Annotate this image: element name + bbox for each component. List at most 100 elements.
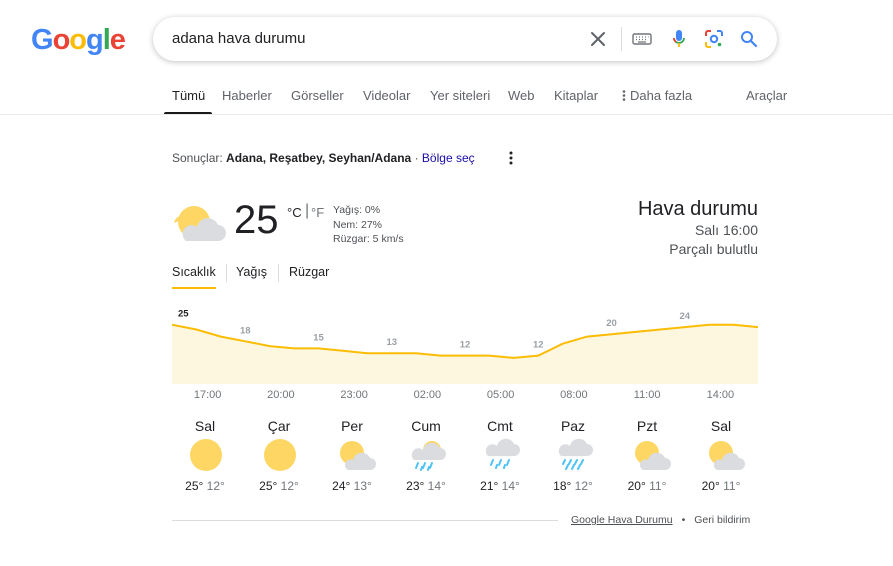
weather-time: Salı 16:00	[694, 222, 758, 238]
results-location: Adana, Reşatbey, Seyhan/Adana	[226, 151, 412, 165]
results-for-prefix: Sonuçlar:	[172, 151, 223, 165]
tab-wind[interactable]: Rüzgar	[289, 265, 329, 279]
day-high: 18°	[553, 479, 572, 493]
weather-stats: Yağış: 0% Nem: 27% Rüzgar: 5 km/s	[333, 203, 404, 247]
logo-letter: o	[69, 24, 87, 56]
time-tick-label: 05:00	[486, 389, 515, 401]
weather-condition: Parçalı bulutlu	[669, 241, 758, 257]
day-card[interactable]: Çar 25° 12°	[246, 413, 312, 498]
point-label: 25	[178, 309, 189, 320]
tab-places[interactable]: Yer siteleri	[430, 88, 490, 103]
tab-videos[interactable]: Videolar	[363, 88, 410, 103]
point-label: 20	[606, 318, 617, 329]
tab-all[interactable]: Tümü	[172, 88, 205, 103]
day-low: 12°	[206, 479, 225, 493]
feedback-link[interactable]: Geri bildirim	[694, 514, 750, 526]
partly-cloudy-icon	[631, 438, 671, 472]
day-high: 25°	[185, 479, 204, 493]
tab-web[interactable]: Web	[508, 88, 535, 103]
day-card[interactable]: Cmt 21° 14°	[467, 413, 533, 498]
unit-fahrenheit[interactable]: °F	[311, 205, 324, 220]
time-tick-label: 20:00	[267, 389, 295, 401]
day-name: Cum	[411, 418, 441, 434]
humidity-value: Nem: 27%	[333, 218, 383, 231]
day-card[interactable]: Pzt 20° 11°	[614, 413, 680, 498]
point-label: 12	[533, 340, 544, 351]
day-temps: 20° 11°	[688, 479, 754, 493]
day-temps: 21° 14°	[467, 479, 533, 493]
logo-letter: o	[52, 24, 71, 56]
temperature-chart[interactable]: 25 18 15 13 12 12 20 24	[172, 300, 758, 384]
partly-cloudy-icon	[705, 438, 745, 472]
day-low: 14°	[501, 479, 520, 493]
day-name: Sal	[710, 418, 732, 434]
time-tick-label: 02:00	[413, 389, 442, 401]
day-temps: 25° 12°	[172, 479, 238, 493]
point-label: 24	[679, 311, 690, 322]
weather-header: Hava durumu Salı 16:00 Parçalı bulutlu	[638, 197, 758, 259]
day-name: Paz	[560, 418, 586, 434]
point-label: 12	[460, 340, 471, 351]
logo-letter: G	[31, 24, 54, 56]
microphone-icon[interactable]	[668, 28, 690, 50]
day-low: 11°	[649, 479, 667, 493]
clear-icon[interactable]	[587, 28, 609, 50]
day-low: 14°	[427, 479, 446, 493]
tab-more[interactable]: Daha fazla	[622, 88, 692, 103]
tools-button[interactable]: Araçlar	[746, 88, 787, 103]
tab-more-label: Daha fazla	[630, 88, 693, 103]
tab-precipitation[interactable]: Yağış	[236, 265, 267, 279]
more-options-icon[interactable]	[506, 149, 516, 167]
time-tick-label: 14:00	[706, 389, 735, 401]
time-axis: 17:00 20:00 23:00 02:00 05:00 08:00 11:00 14:00	[172, 389, 758, 405]
tab-books[interactable]: Kitaplar	[554, 88, 598, 103]
time-tick-label: 23:00	[340, 389, 368, 401]
footer-divider	[172, 520, 558, 521]
day-temps: 20° 11°	[614, 479, 680, 493]
heavy-rain-icon	[557, 438, 593, 472]
day-card[interactable]: Sal 25° 12°	[172, 413, 238, 498]
day-high: 24°	[332, 479, 351, 493]
day-card[interactable]: Cum 23° 14°	[393, 413, 459, 498]
day-high: 23°	[406, 479, 425, 493]
google-logo[interactable]: Google	[31, 24, 126, 57]
day-name: Cmt	[487, 418, 513, 434]
day-name: Per	[341, 418, 363, 434]
day-name: Çar	[267, 418, 291, 434]
day-card[interactable]: Paz 18° 12°	[540, 413, 606, 498]
footer-dot: •	[681, 514, 686, 526]
lens-icon[interactable]	[703, 28, 725, 50]
search-box[interactable]: adana hava durumu	[153, 17, 777, 61]
tab-news[interactable]: Haberler	[222, 88, 272, 103]
search-input[interactable]: adana hava durumu	[172, 30, 305, 47]
weather-source-link[interactable]: Google Hava Durumu	[571, 514, 673, 526]
daily-forecast: Sal 25° 12° Çar 25° 12° Per 24° 13° Cum …	[172, 413, 758, 498]
day-low: 12°	[280, 479, 299, 493]
weather-title: Hava durumu	[637, 198, 758, 220]
search-icon[interactable]	[738, 28, 760, 50]
rain-icon	[484, 438, 520, 472]
choose-area-link[interactable]: Bölge seç	[422, 151, 475, 165]
partly-cloudy-icon	[336, 438, 376, 472]
tab-temperature[interactable]: Sıcaklık	[172, 265, 216, 279]
time-tick-label: 08:00	[560, 389, 588, 401]
day-temps: 24° 13°	[319, 479, 385, 493]
rain-cloudy-icon	[410, 438, 446, 472]
tab-images[interactable]: Görseller	[291, 88, 344, 103]
day-card[interactable]: Sal 20° 11°	[688, 413, 754, 498]
day-card[interactable]: Per 24° 13°	[319, 413, 385, 498]
weather-footer: Google Hava Durumu • Geri bildirim	[571, 514, 750, 526]
unit-separator: |	[305, 202, 310, 219]
point-label: 15	[313, 332, 324, 343]
header-divider	[0, 114, 893, 115]
keyboard-icon[interactable]	[631, 28, 653, 50]
day-temps: 23° 14°	[393, 479, 459, 493]
more-vert-icon	[622, 90, 626, 101]
unit-celsius[interactable]: °C	[287, 205, 302, 220]
point-label: 13	[386, 337, 397, 348]
wind-value: Rüzgar: 5 km/s	[333, 233, 404, 245]
results-separator: ·	[414, 151, 419, 165]
sunny-icon	[189, 438, 223, 472]
logo-letter: l	[102, 24, 111, 56]
day-temps: 25° 12°	[246, 479, 312, 493]
